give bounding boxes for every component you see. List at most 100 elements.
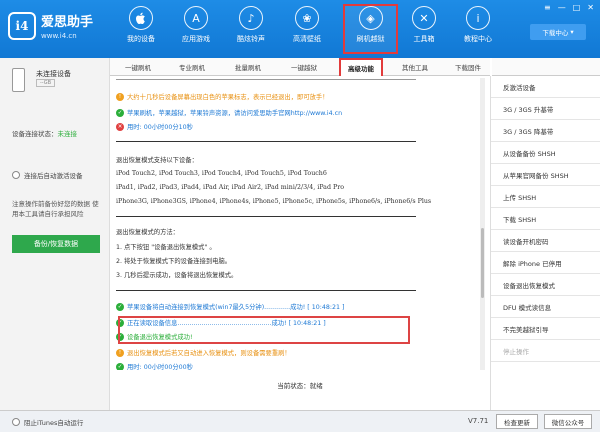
error-icon: ✕ — [116, 122, 124, 131]
scrollbar-thumb[interactable] — [481, 228, 484, 298]
auto-activate-option[interactable]: 连接后自动激活设备 — [12, 170, 83, 180]
radio-button[interactable] — [12, 418, 20, 426]
menu-backup-shsh-apple[interactable]: 从苹果官网备份 SHSH — [491, 164, 600, 186]
check-icon: ✓ — [116, 108, 124, 117]
status-bar: 当前状态： 就绪 — [110, 378, 490, 392]
log-text: 苹果设备将自动连接到恢复模式(win7最久5分钟).............成功… — [127, 304, 345, 311]
nav-flash-jailbreak[interactable]: ◈ 刷机越狱 — [343, 4, 398, 54]
menu-unlock-disabled-iphone[interactable]: 解除 iPhone 已停用 — [491, 252, 600, 274]
logo-badge: i4 — [8, 11, 36, 40]
tab-one-click-flash[interactable]: 一键刷机 — [116, 58, 160, 76]
tab-download-firmware[interactable]: 下载固件 — [446, 58, 490, 76]
nav-wallpapers[interactable]: ❀ 高清壁纸 — [281, 6, 333, 52]
tab-bar: 一键刷机 专业刷机 批量刷机 一键越狱 高级功能 其他工具 下载固件 — [110, 58, 490, 76]
menu-stop-operation[interactable]: 停止操作 — [491, 340, 600, 362]
menu-upload-shsh[interactable]: 上传 SHSH — [491, 186, 600, 208]
warning-icon: ! — [116, 92, 124, 101]
tab-other-tools[interactable]: 其他工具 — [393, 58, 437, 76]
apple-icon — [129, 6, 153, 30]
app-name: 爱思助手 — [41, 15, 94, 30]
maximize-icon[interactable]: □ — [573, 3, 581, 12]
nav-tutorials[interactable]: i 教程中心 — [452, 6, 504, 52]
menu-deactivate-device[interactable]: 反激活设备 — [491, 76, 600, 98]
tab-batch-flash[interactable]: 批量刷机 — [226, 58, 270, 76]
menu-downgrade-baseband[interactable]: 3G / 3GS 降基带 — [491, 120, 600, 142]
check-icon: ✓ — [116, 302, 124, 311]
nav-label: 我的设备 — [127, 35, 155, 43]
bell-icon: ♪ — [239, 6, 263, 30]
method-step: 3. 几秒后提示成功，设备将退出恢复模式。 — [116, 272, 238, 279]
block-itunes-option[interactable]: 阻止iTunes自动运行 — [12, 417, 83, 427]
tab-advanced[interactable]: 高级功能 — [339, 58, 383, 76]
phone-icon — [12, 68, 25, 92]
device-panel: 未连接设备 --GB 设备连接状态：未连接 连接后自动激活设备 注意操作前备份好… — [0, 58, 110, 410]
divider — [116, 79, 416, 80]
minimize-icon[interactable]: — — [558, 3, 566, 12]
log-line: ! 大约十几秒后设备屏幕出现白色的苹果标志，表示已经退出，即可放手！ — [116, 92, 484, 101]
log-text: 正在读取设备信息................................… — [127, 320, 326, 327]
window-controls: ≡ — □ ✕ — [544, 3, 594, 12]
devices-line: iPad1, iPad2, iPad3, iPad4, iPad Air, iP… — [116, 184, 345, 191]
connection-status: 设备连接状态：未连接 — [12, 128, 77, 138]
check-update-button[interactable]: 检查更新 — [496, 414, 538, 429]
menu-read-passcode[interactable]: 读设备开机密码 — [491, 230, 600, 252]
nav-label: 刷机越狱 — [356, 35, 385, 43]
log-text: 用时: 00小时00分10秒 — [127, 124, 193, 131]
backup-restore-button[interactable]: 备份/恢复数据 — [12, 235, 100, 253]
tab-jailbreak[interactable]: 一键越狱 — [282, 58, 326, 76]
flower-icon: ❀ — [295, 6, 319, 30]
check-icon: ✓ — [116, 362, 124, 370]
log-line: ✓ 苹果刷机，苹果越狱，苹果铃声资源，请访问爱思助手官网http://www.i… — [116, 108, 484, 117]
menu-dfu-read-info[interactable]: DFU 模式读信息 — [491, 296, 600, 318]
divider — [116, 290, 416, 291]
check-icon: ✓ — [116, 332, 124, 341]
version-label: V7.71 — [468, 417, 489, 425]
top-bar: i4 爱思助手 www.i4.cn 我的设备 A 应用游戏 ♪ 酷炫铃声 ❀ 高… — [0, 0, 600, 58]
method-step: 2. 将处于恢复模式下的设备连接到电脑。 — [116, 258, 232, 265]
status-label: 当前状态： — [277, 382, 310, 390]
method-step: 1. 点下按钮 "设备退出恢复模式" 。 — [116, 244, 216, 251]
auto-activate-label: 连接后自动激活设备 — [24, 172, 83, 180]
nav-label: 酷炫铃声 — [237, 35, 265, 43]
close-icon[interactable]: ✕ — [587, 3, 594, 12]
status-value: 就绪 — [309, 382, 323, 390]
tools-icon: ✕ — [412, 6, 436, 30]
log-line: ✓ 设备退出恢复模式成功! — [116, 332, 484, 341]
nav-ringtones[interactable]: ♪ 酷炫铃声 — [225, 6, 277, 52]
menu-backup-shsh-device[interactable]: 从设备备份 SHSH — [491, 142, 600, 164]
nav-label: 工具箱 — [413, 35, 435, 43]
footer-bar: 阻止iTunes自动运行 V7.71 检查更新 微信公众号 — [0, 410, 600, 432]
menu-download-shsh[interactable]: 下载 SHSH — [491, 208, 600, 230]
tab-bar-filler — [492, 58, 600, 76]
tab-pro-flash[interactable]: 专业刷机 — [170, 58, 214, 76]
wechat-button[interactable]: 微信公众号 — [544, 414, 592, 429]
menu-tethered-boot[interactable]: 不完美越狱引导 — [491, 318, 600, 340]
connection-value: 未连接 — [57, 130, 78, 138]
download-center-button[interactable]: 下载中心 ▾ — [530, 24, 586, 40]
devices-line: iPhone3G, iPhone3GS, iPhone4, iPhone4s, … — [116, 198, 432, 205]
menu-icon[interactable]: ≡ — [544, 3, 551, 12]
nav-toolbox[interactable]: ✕ 工具箱 — [398, 6, 450, 52]
chevron-down-icon: ▾ — [570, 28, 574, 36]
dropbox-icon: ◈ — [358, 6, 383, 30]
log-line: ! 退出恢复模式后若又自动进入恢复模式，则设备需要重刷！ — [116, 348, 484, 357]
device-name: 未连接设备 — [36, 70, 71, 78]
log-text: 退出恢复模式后若又自动进入恢复模式，则设备需要重刷！ — [127, 350, 291, 357]
radio-button[interactable] — [12, 171, 20, 179]
advanced-function-menu: 反激活设备 3G / 3GS 升基带 3G / 3GS 降基带 从设备备份 SH… — [490, 76, 600, 410]
block-itunes-label: 阻止iTunes自动运行 — [24, 419, 84, 427]
device-capacity: --GB — [36, 79, 56, 87]
nav-my-device[interactable]: 我的设备 — [115, 6, 167, 52]
divider — [116, 141, 416, 142]
warning-icon: ! — [116, 348, 124, 357]
log-scrollbar[interactable] — [480, 78, 485, 370]
devices-line: iPod Touch2, iPod Touch3, iPod Touch4, i… — [116, 170, 327, 177]
nav-label: 教程中心 — [464, 35, 492, 43]
nav-apps-games[interactable]: A 应用游戏 — [170, 6, 222, 52]
menu-exit-recovery[interactable]: 设备退出恢复模式 — [491, 274, 600, 296]
log-text: 用时: 00小时00分00秒 — [127, 364, 193, 370]
check-icon: ✓ — [116, 318, 124, 327]
menu-upgrade-baseband[interactable]: 3G / 3GS 升基带 — [491, 98, 600, 120]
app-logo: i4 爱思助手 www.i4.cn — [8, 11, 93, 40]
nav-label: 高清壁纸 — [293, 35, 321, 43]
